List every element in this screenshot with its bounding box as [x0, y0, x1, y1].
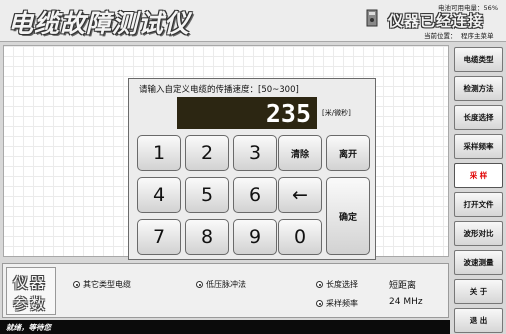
- status-text: 就绪，等待您: [6, 323, 51, 332]
- menu-test-method[interactable]: 检测方法: [454, 76, 503, 101]
- key-8[interactable]: 8: [185, 219, 229, 255]
- dialog-prompt: 请输入自定义电缆的传播速度：[50~300]: [139, 85, 299, 95]
- menu-waveform-compare[interactable]: 波形对比: [454, 221, 503, 246]
- instrument-params-panel: 仪器 参数 其它类型电缆 低压脉冲法 长度选择 短距离 采样频率 24 MHz: [2, 263, 449, 318]
- radio-icon: [316, 281, 323, 288]
- menu-sample-rate[interactable]: 采样频率: [454, 134, 503, 159]
- menu-open-file[interactable]: 打开文件: [454, 192, 503, 217]
- params-title-line2: 参数: [13, 295, 48, 313]
- params-title-line1: 仪器: [13, 274, 48, 292]
- menu-exit[interactable]: 退 出: [454, 308, 503, 333]
- menu-wave-speed[interactable]: 波速测量: [454, 250, 503, 275]
- param-length-label: 长度选择: [326, 280, 358, 289]
- radio-icon: [196, 281, 203, 288]
- speed-display: 235: [177, 97, 317, 129]
- param-cable-type: 其它类型电缆: [73, 279, 131, 290]
- param-sample-value: 24 MHz: [389, 297, 423, 307]
- key-3[interactable]: 3: [233, 135, 277, 171]
- param-sample-rate: 采样频率: [316, 298, 358, 309]
- connection-status: 仪器已经连接: [388, 12, 485, 30]
- title-bar: 电缆故障测试仪 电池可用电量：56% 仪器已经连接 当前位置： 程序主菜单: [0, 0, 506, 42]
- param-cable-type-value: 其它类型电缆: [83, 280, 131, 289]
- exit-button[interactable]: 离开: [326, 135, 370, 171]
- menu-cable-type[interactable]: 电缆类型: [454, 47, 503, 72]
- param-sample-label: 采样频率: [326, 299, 358, 308]
- radio-icon: [316, 300, 323, 307]
- menu-sample[interactable]: 采 样: [454, 163, 503, 188]
- location-label: 当前位置：: [424, 32, 457, 40]
- clear-button[interactable]: 清除: [278, 135, 322, 171]
- menu-about[interactable]: 关 于: [454, 279, 503, 304]
- app-title: 电缆故障测试仪: [8, 9, 191, 38]
- backspace-button[interactable]: ←: [278, 177, 322, 213]
- param-method: 低压脉冲法: [196, 279, 246, 290]
- key-4[interactable]: 4: [137, 177, 181, 213]
- confirm-button[interactable]: 确定: [326, 177, 370, 255]
- device-connected-icon: [366, 9, 378, 27]
- speed-input-dialog: 请输入自定义电缆的传播速度：[50~300] 235 [米/微秒] 1 2 3 …: [128, 78, 376, 260]
- unit-label: [米/微秒]: [322, 109, 351, 117]
- menu-length-select[interactable]: 长度选择: [454, 105, 503, 130]
- key-7[interactable]: 7: [137, 219, 181, 255]
- key-2[interactable]: 2: [185, 135, 229, 171]
- key-9[interactable]: 9: [233, 219, 277, 255]
- param-length-value: 短距离: [389, 281, 417, 291]
- location-value: 程序主菜单: [461, 32, 494, 40]
- param-method-value: 低压脉冲法: [206, 280, 246, 289]
- key-0[interactable]: 0: [278, 219, 322, 255]
- speed-value: 235: [265, 99, 311, 128]
- params-title-box: 仪器 参数: [6, 267, 56, 315]
- radio-icon: [73, 281, 80, 288]
- param-length: 长度选择: [316, 279, 358, 290]
- key-1[interactable]: 1: [137, 135, 181, 171]
- key-6[interactable]: 6: [233, 177, 277, 213]
- status-bar: 就绪，等待您: [0, 320, 450, 334]
- key-5[interactable]: 5: [185, 177, 229, 213]
